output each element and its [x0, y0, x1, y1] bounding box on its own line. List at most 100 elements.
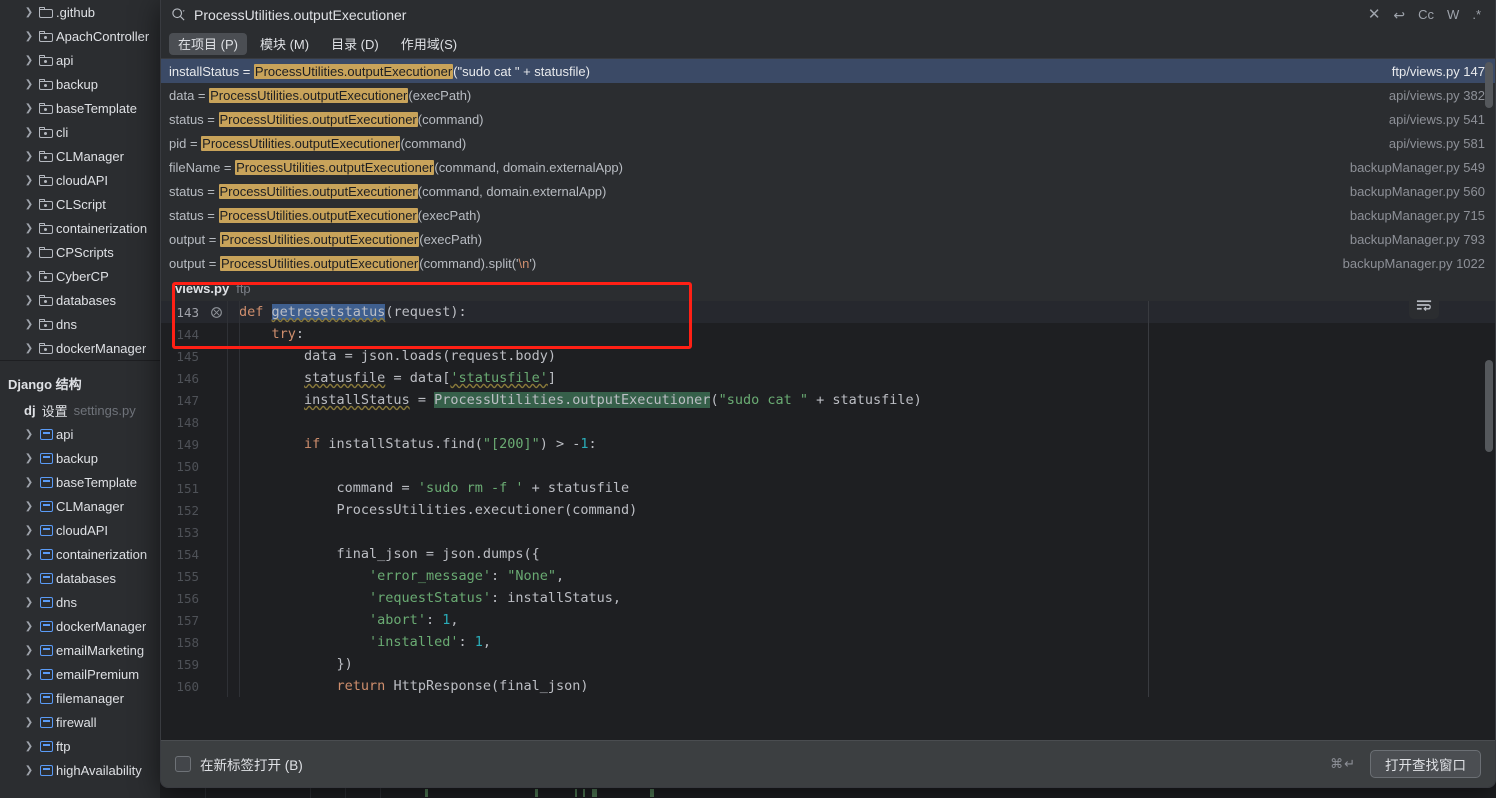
project-tree-item[interactable]: ❯backup — [0, 72, 160, 96]
chevron-right-icon[interactable]: ❯ — [22, 669, 36, 680]
code-line[interactable]: 149 if installStatus.find("[200]") > -1: — [161, 433, 1495, 455]
project-tree[interactable]: ❯.github❯ApachController❯api❯backup❯base… — [0, 0, 160, 360]
project-tree-item[interactable]: ❯cloudAPI — [0, 168, 160, 192]
chevron-right-icon[interactable]: ❯ — [22, 295, 36, 306]
chevron-right-icon[interactable]: ❯ — [22, 573, 36, 584]
search-result-row[interactable]: status = ProcessUtilities.outputExecutio… — [161, 179, 1495, 203]
chevron-right-icon[interactable]: ❯ — [22, 597, 36, 608]
search-result-row[interactable]: pid = ProcessUtilities.outputExecutioner… — [161, 131, 1495, 155]
django-tree-item[interactable]: ❯baseTemplate — [0, 470, 160, 494]
chevron-right-icon[interactable]: ❯ — [22, 453, 36, 464]
chevron-right-icon[interactable]: ❯ — [22, 55, 36, 66]
project-tree-item[interactable]: ❯api — [0, 48, 160, 72]
django-tree-item[interactable]: ❯databases — [0, 566, 160, 590]
code-line[interactable]: 150 — [161, 455, 1495, 477]
django-tree-item[interactable]: ❯highAvailability — [0, 758, 160, 782]
regex-icon[interactable]: .* — [1472, 6, 1481, 24]
chevron-right-icon[interactable]: ❯ — [22, 271, 36, 282]
django-tree-item[interactable]: ❯dns — [0, 590, 160, 614]
project-tree-item[interactable]: ❯CPScripts — [0, 240, 160, 264]
django-tree-item[interactable]: ❯cloudAPI — [0, 518, 160, 542]
chevron-right-icon[interactable]: ❯ — [22, 501, 36, 512]
django-tree-item[interactable]: ❯CLManager — [0, 494, 160, 518]
checkbox-box[interactable] — [175, 756, 191, 772]
tab-in-project[interactable]: 在项目 (P) — [169, 33, 247, 55]
django-structure-tree[interactable]: ❯api❯backup❯baseTemplate❯CLManager❯cloud… — [0, 422, 160, 782]
search-result-row[interactable]: data = ProcessUtilities.outputExecutione… — [161, 83, 1495, 107]
open-in-new-tab-checkbox[interactable]: 在新标签打开 (B) — [175, 754, 303, 774]
code-line[interactable]: 154 final_json = json.dumps({ — [161, 543, 1495, 565]
tab-directory[interactable]: 目录 (D) — [322, 33, 388, 55]
search-result-row[interactable]: status = ProcessUtilities.outputExecutio… — [161, 107, 1495, 131]
code-line[interactable]: 157 'abort': 1, — [161, 609, 1495, 631]
chevron-right-icon[interactable]: ❯ — [22, 765, 36, 776]
search-result-row[interactable]: output = ProcessUtilities.outputExecutio… — [161, 227, 1495, 251]
python-function-icon[interactable] — [205, 306, 227, 319]
code-line[interactable]: 156 'requestStatus': installStatus, — [161, 587, 1495, 609]
tab-scope[interactable]: 作用域(S) — [392, 33, 466, 55]
chevron-right-icon[interactable]: ❯ — [22, 717, 36, 728]
chevron-right-icon[interactable]: ❯ — [22, 343, 36, 354]
code-line[interactable]: 155 'error_message': "None", — [161, 565, 1495, 587]
chevron-right-icon[interactable]: ❯ — [22, 525, 36, 536]
chevron-right-icon[interactable]: ❯ — [22, 7, 36, 18]
chevron-right-icon[interactable]: ❯ — [22, 199, 36, 210]
project-tree-item[interactable]: ❯containerization — [0, 216, 160, 240]
project-tree-item[interactable]: ❯ApachController — [0, 24, 160, 48]
chevron-right-icon[interactable]: ❯ — [22, 549, 36, 560]
close-icon[interactable]: ✕ — [1368, 6, 1381, 24]
words-icon[interactable]: W — [1447, 6, 1459, 24]
code-line[interactable]: 153 — [161, 521, 1495, 543]
results-scrollbar[interactable] — [1485, 62, 1493, 108]
code-line[interactable]: 145 data = json.loads(request.body) — [161, 345, 1495, 367]
project-tree-item[interactable]: ❯baseTemplate — [0, 96, 160, 120]
project-tree-item[interactable]: ❯CLManager — [0, 144, 160, 168]
open-find-window-button[interactable]: 打开查找窗口 — [1370, 750, 1481, 778]
project-tree-item[interactable]: ❯dns — [0, 312, 160, 336]
search-result-row[interactable]: installStatus = ProcessUtilities.outputE… — [161, 59, 1495, 83]
code-line[interactable]: 147 installStatus = ProcessUtilities.out… — [161, 389, 1495, 411]
preview-scrollbar[interactable] — [1485, 360, 1493, 452]
code-line[interactable]: 160 return HttpResponse(final_json) — [161, 675, 1495, 697]
soft-wrap-icon[interactable] — [1409, 291, 1439, 319]
project-tree-item[interactable]: ❯cli — [0, 120, 160, 144]
chevron-right-icon[interactable]: ❯ — [22, 103, 36, 114]
search-results-list[interactable]: installStatus = ProcessUtilities.outputE… — [161, 59, 1495, 275]
code-line[interactable]: 159 }) — [161, 653, 1495, 675]
search-result-row[interactable]: fileName = ProcessUtilities.outputExecut… — [161, 155, 1495, 179]
project-tree-item[interactable]: ❯CLScript — [0, 192, 160, 216]
chevron-right-icon[interactable]: ❯ — [22, 645, 36, 656]
chevron-right-icon[interactable]: ❯ — [22, 429, 36, 440]
reset-icon[interactable]: ↩ — [1393, 6, 1405, 24]
code-line[interactable]: 148 — [161, 411, 1495, 433]
chevron-right-icon[interactable]: ❯ — [22, 247, 36, 258]
project-tree-item[interactable]: ❯dockerManager — [0, 336, 160, 360]
chevron-right-icon[interactable]: ❯ — [22, 151, 36, 162]
code-line[interactable]: 143def getresetstatus(request): — [161, 301, 1495, 323]
search-result-row[interactable]: status = ProcessUtilities.outputExecutio… — [161, 203, 1495, 227]
chevron-right-icon[interactable]: ❯ — [22, 79, 36, 90]
code-line[interactable]: 152 ProcessUtilities.executioner(command… — [161, 499, 1495, 521]
django-tree-item[interactable]: ❯ftp — [0, 734, 160, 758]
chevron-right-icon[interactable]: ❯ — [22, 693, 36, 704]
django-tree-item[interactable]: ❯emailPremium — [0, 662, 160, 686]
code-line[interactable]: 146 statusfile = data['statusfile'] — [161, 367, 1495, 389]
django-tree-item[interactable]: ❯dockerManager — [0, 614, 160, 638]
chevron-right-icon[interactable]: ❯ — [22, 477, 36, 488]
match-case-icon[interactable]: Cc — [1418, 6, 1434, 24]
preview-code-area[interactable]: 143def getresetstatus(request):144 try:1… — [161, 301, 1495, 697]
django-tree-item[interactable]: ❯api — [0, 422, 160, 446]
chevron-right-icon[interactable]: ❯ — [22, 621, 36, 632]
chevron-right-icon[interactable]: ❯ — [22, 319, 36, 330]
project-tool-window[interactable]: ❯.github❯ApachController❯api❯backup❯base… — [0, 0, 160, 798]
django-settings-row[interactable]: dj 设置 settings.py — [0, 398, 160, 422]
chevron-right-icon[interactable]: ❯ — [22, 175, 36, 186]
django-tree-item[interactable]: ❯containerization — [0, 542, 160, 566]
search-icon[interactable] — [171, 7, 189, 22]
project-tree-item[interactable]: ❯databases — [0, 288, 160, 312]
django-tree-item[interactable]: ❯filemanager — [0, 686, 160, 710]
django-tree-item[interactable]: ❯emailMarketing — [0, 638, 160, 662]
code-line[interactable]: 144 try: — [161, 323, 1495, 345]
search-input[interactable]: ProcessUtilities.outputExecutioner — [189, 7, 1368, 23]
code-line[interactable]: 151 command = 'sudo rm -f ' + statusfile — [161, 477, 1495, 499]
